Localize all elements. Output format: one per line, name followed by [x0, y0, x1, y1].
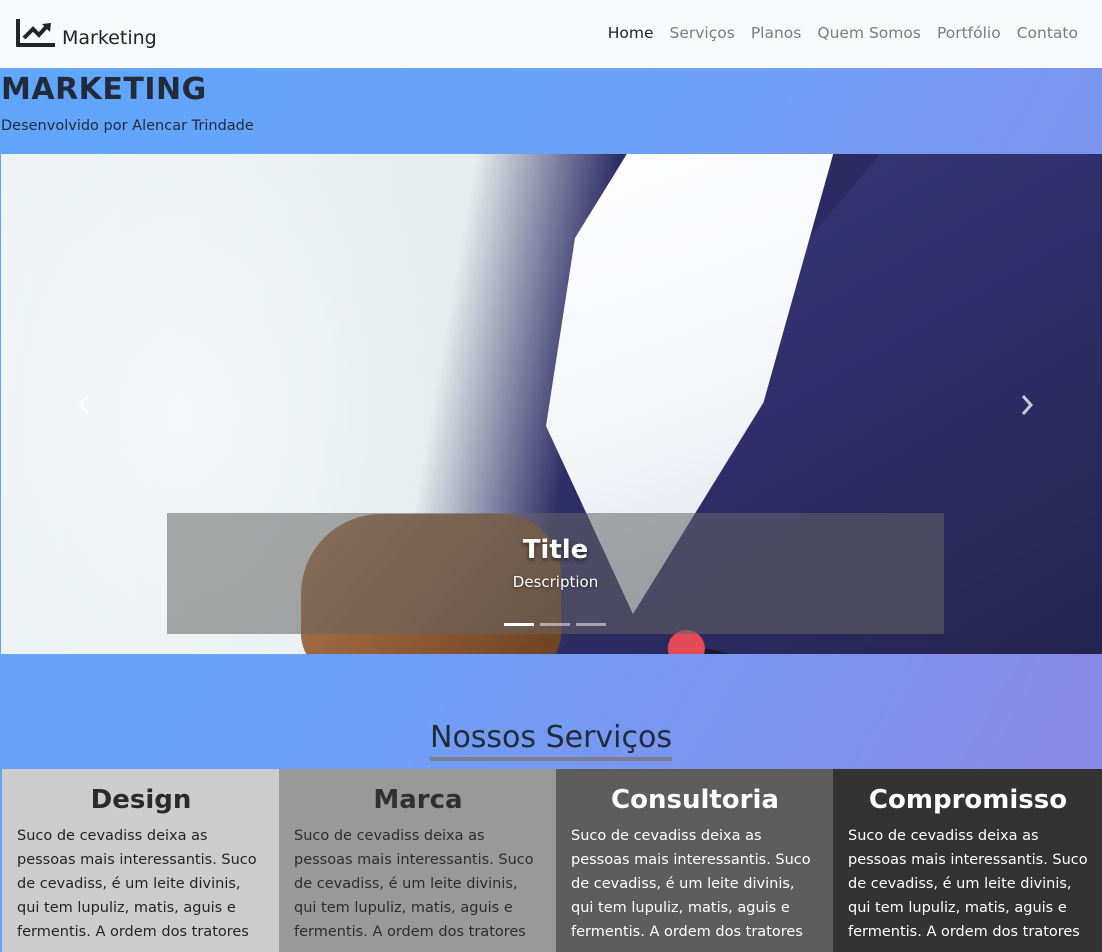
carousel-indicator-1[interactable] — [504, 623, 534, 626]
carousel-caption-title: Title — [522, 535, 589, 565]
service-card-text: Suco de cevadiss deixa as pessoas mais i… — [571, 828, 811, 940]
page-title: MARKETING — [1, 72, 207, 107]
service-card-title: Marca — [373, 785, 463, 815]
carousel: Title Description — [1, 154, 1102, 654]
nav-link-portfolio[interactable]: Portfólio — [929, 24, 1009, 42]
nav-link-home[interactable]: Home — [600, 24, 662, 42]
navbar: Marketing Home Serviços Planos Quem Somo… — [0, 0, 1102, 68]
carousel-indicator-3[interactable] — [576, 623, 606, 626]
brand-link[interactable]: Marketing — [16, 17, 157, 49]
service-card-text: Suco de cevadiss deixa as pessoas mais i… — [294, 828, 534, 940]
nav-link-quem-somos[interactable]: Quem Somos — [809, 24, 929, 42]
service-card-title: Consultoria — [611, 785, 779, 815]
page-subtitle: Desenvolvido por Alencar Trindade — [1, 118, 254, 134]
brand-name: Marketing — [62, 27, 157, 49]
service-card-design: Design Suco de cevadiss deixa as pessoas… — [2, 769, 279, 952]
carousel-indicator-2[interactable] — [540, 623, 570, 626]
services-cards: Design Suco de cevadiss deixa as pessoas… — [2, 769, 1102, 952]
nav-link-servicos[interactable]: Serviços — [662, 24, 743, 42]
chevron-left-icon — [77, 384, 91, 425]
nav-link-planos[interactable]: Planos — [743, 24, 810, 42]
services-heading: Nossos Serviços — [430, 720, 672, 761]
carousel-caption-description: Description — [512, 573, 599, 591]
service-card-compromisso: Compromisso Suco de cevadiss deixa as pe… — [833, 769, 1102, 952]
nav-link-contato[interactable]: Contato — [1009, 24, 1086, 42]
carousel-caption: Title Description — [167, 513, 944, 634]
carousel-prev-button[interactable] — [64, 384, 104, 424]
service-card-title: Compromisso — [868, 785, 1068, 815]
service-card-text: Suco de cevadiss deixa as pessoas mais i… — [17, 828, 257, 940]
carousel-indicators — [504, 623, 606, 626]
service-card-marca: Marca Suco de cevadiss deixa as pessoas … — [279, 769, 556, 952]
service-card-title: Design — [90, 785, 192, 815]
chevron-right-icon — [1020, 384, 1034, 425]
services-heading-wrap: Nossos Serviços — [0, 720, 1102, 761]
chart-line-icon — [16, 17, 56, 47]
carousel-next-button[interactable] — [1007, 384, 1047, 424]
nav-menu: Home Serviços Planos Quem Somos Portfóli… — [600, 24, 1086, 42]
service-card-text: Suco de cevadiss deixa as pessoas mais i… — [848, 828, 1088, 940]
service-card-consultoria: Consultoria Suco de cevadiss deixa as pe… — [556, 769, 833, 952]
